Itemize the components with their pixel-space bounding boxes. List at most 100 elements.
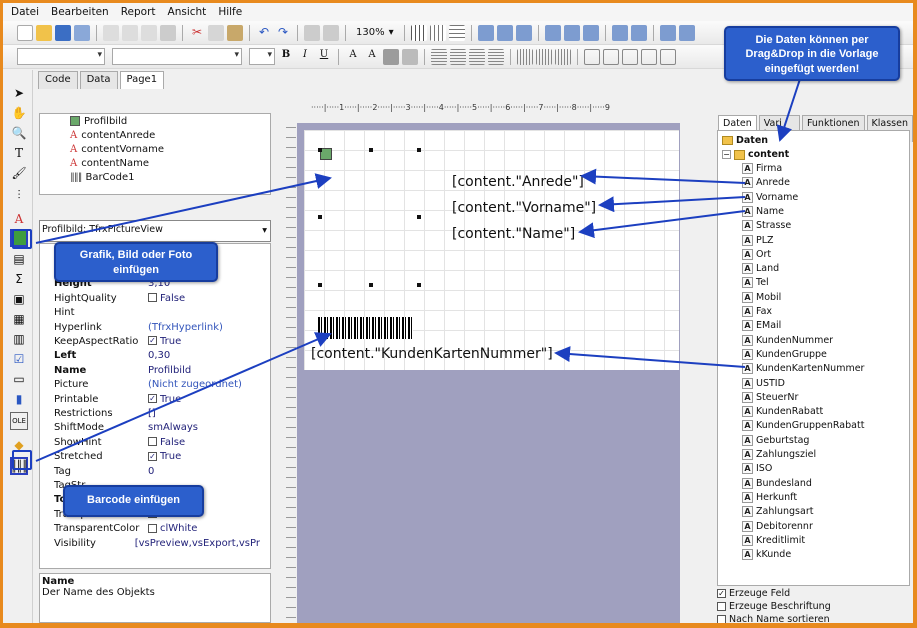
resize-handle[interactable] [417,215,421,219]
align-bottom-icon[interactable] [582,24,599,41]
canvas-field-name[interactable]: [content."Name"] [452,226,575,242]
property-row[interactable]: Picture (Nicht zugeordnet) [40,378,260,392]
tab-data[interactable]: Data [79,71,118,89]
data-field-kreditlimit[interactable]: A Kreditlimit [742,534,805,547]
resize-handle[interactable] [417,283,421,287]
property-value[interactable]: ✓ True [148,451,181,462]
page-icon[interactable] [103,24,119,41]
checkbox-icon[interactable] [717,602,726,611]
shape-icon[interactable]: ▦ [10,310,28,328]
align-middle-icon[interactable] [563,24,580,41]
page-settings-icon[interactable] [160,24,176,41]
property-value[interactable]: 0 [148,466,154,477]
data-field-kundenkartennummer[interactable]: A KundenKartenNummer [742,362,864,375]
barcode-graphic[interactable] [318,317,413,339]
tree-item[interactable]: AcontentName [40,156,270,170]
richtext-icon[interactable]: ▥ [10,330,28,348]
redo-icon[interactable]: ↷ [275,25,291,41]
property-row[interactable]: Name Profilbild [40,363,260,377]
bold-icon[interactable]: B [278,49,294,65]
band-icon[interactable]: ⫶ [10,186,28,204]
align-right-icon[interactable] [515,24,532,41]
text-justify-icon[interactable] [488,48,504,65]
data-field-ustid[interactable]: A USTID [742,377,785,390]
data-field-ort[interactable]: A Ort [742,248,771,261]
data-field-bundesland[interactable]: A Bundesland [742,477,812,490]
ole-object-icon[interactable]: OLE [10,412,28,430]
checkbox-checked-icon[interactable]: ✓ [148,451,157,461]
checkbox-checked-icon[interactable]: ✓ [717,589,726,598]
resize-handle[interactable] [318,148,322,152]
property-row[interactable]: TransparentColor clWhite [40,522,260,536]
property-value[interactable]: (Nicht zugeordnet) [148,379,242,390]
property-value[interactable]: False [148,293,185,304]
highlight-icon[interactable]: A [364,49,380,65]
zoom-icon[interactable]: 🔍 [10,124,28,142]
page-add-icon[interactable] [122,24,138,41]
property-row[interactable]: Left 0,30 [40,349,260,363]
data-field-strasse[interactable]: A Strasse [742,219,791,232]
data-field-tel[interactable]: A Tel [742,276,769,289]
property-row[interactable]: Stretched ✓ True [40,450,260,464]
frame-left-icon[interactable] [622,48,638,65]
property-row[interactable]: KeepAspectRatio ✓ True [40,334,260,348]
resize-handle[interactable] [318,283,322,287]
data-field-iso[interactable]: A ISO [742,462,772,475]
checkbox-icon[interactable] [148,293,157,303]
text-align-right-icon[interactable] [469,48,485,65]
space-horizontal-icon[interactable] [611,24,628,41]
menu-datei[interactable]: Datei [11,6,39,18]
data-field-fax[interactable]: A Fax [742,305,772,318]
line-icon[interactable]: ▣ [10,290,28,308]
checkbox-checked-icon[interactable]: ✓ [148,336,157,346]
menu-ansicht[interactable]: Ansicht [168,6,207,18]
checkbox-icon[interactable] [717,615,726,623]
report-page[interactable]: [content."Anrede"] [content."Vorname"] [… [304,130,679,370]
data-field-zahlungsart[interactable]: A Zahlungsart [742,505,813,518]
align-center-icon[interactable] [496,24,513,41]
font-color-icon[interactable]: A [345,49,361,65]
valign-middle-icon[interactable] [536,48,552,65]
copy-icon[interactable] [208,24,224,41]
subreport-icon[interactable]: ▤ [10,250,28,268]
text-align-center-icon[interactable] [450,48,466,65]
data-field-name[interactable]: A Name [742,205,784,218]
tree-item[interactable]: AcontentVorname [40,142,270,156]
valign-bottom-icon[interactable] [555,48,571,65]
frame-all-icon[interactable] [660,48,676,65]
font-size-combo[interactable] [249,48,275,65]
data-field-kundennummer[interactable]: A KundenNummer [742,334,833,347]
underline-icon[interactable]: U [316,49,332,65]
property-value[interactable]: ✓ True [148,394,181,405]
font-name-combo[interactable] [112,48,242,65]
property-row[interactable]: ShowHint False [40,435,260,449]
property-value[interactable]: [vsPreview,vsExport,vsPr [135,538,260,549]
align-left-icon[interactable] [477,24,494,41]
data-field-vorname[interactable]: A Vorname [742,191,798,204]
property-value[interactable]: clWhite [148,523,197,534]
object-inspector-combo[interactable]: Profilbild: TfrxPictureView [39,220,271,242]
align-top-icon[interactable] [544,24,561,41]
format-painter-icon[interactable]: 🖌 [10,164,28,182]
system-text-icon[interactable]: Σ [10,270,28,288]
open-folder-icon[interactable] [36,24,52,41]
property-value[interactable]: ✓ True [148,336,181,347]
property-row[interactable]: ShiftMode smAlways [40,421,260,435]
frame-top-icon[interactable] [584,48,600,65]
data-field-zahlungsziel[interactable]: A Zahlungsziel [742,448,816,461]
data-field-land[interactable]: A Land [742,262,779,275]
center-vertical-icon[interactable] [678,24,695,41]
tree-group[interactable]: − content [722,148,789,161]
checkbox-icon[interactable] [148,523,157,533]
data-field-debitorennr[interactable]: A Debitorennr [742,520,813,533]
center-horizontal-icon[interactable] [659,24,676,41]
data-field-herkunft[interactable]: A Herkunft [742,491,797,504]
property-row[interactable]: HightQuality False [40,291,260,305]
group-icon[interactable] [304,24,320,41]
valign-top-icon[interactable] [517,48,533,65]
property-value[interactable]: False [148,437,185,448]
data-field-mobil[interactable]: A Mobil [742,291,781,304]
menu-bearbeiten[interactable]: Bearbeiten [51,6,109,18]
page-delete-icon[interactable] [141,24,157,41]
text-tool-icon[interactable]: T [10,144,28,162]
